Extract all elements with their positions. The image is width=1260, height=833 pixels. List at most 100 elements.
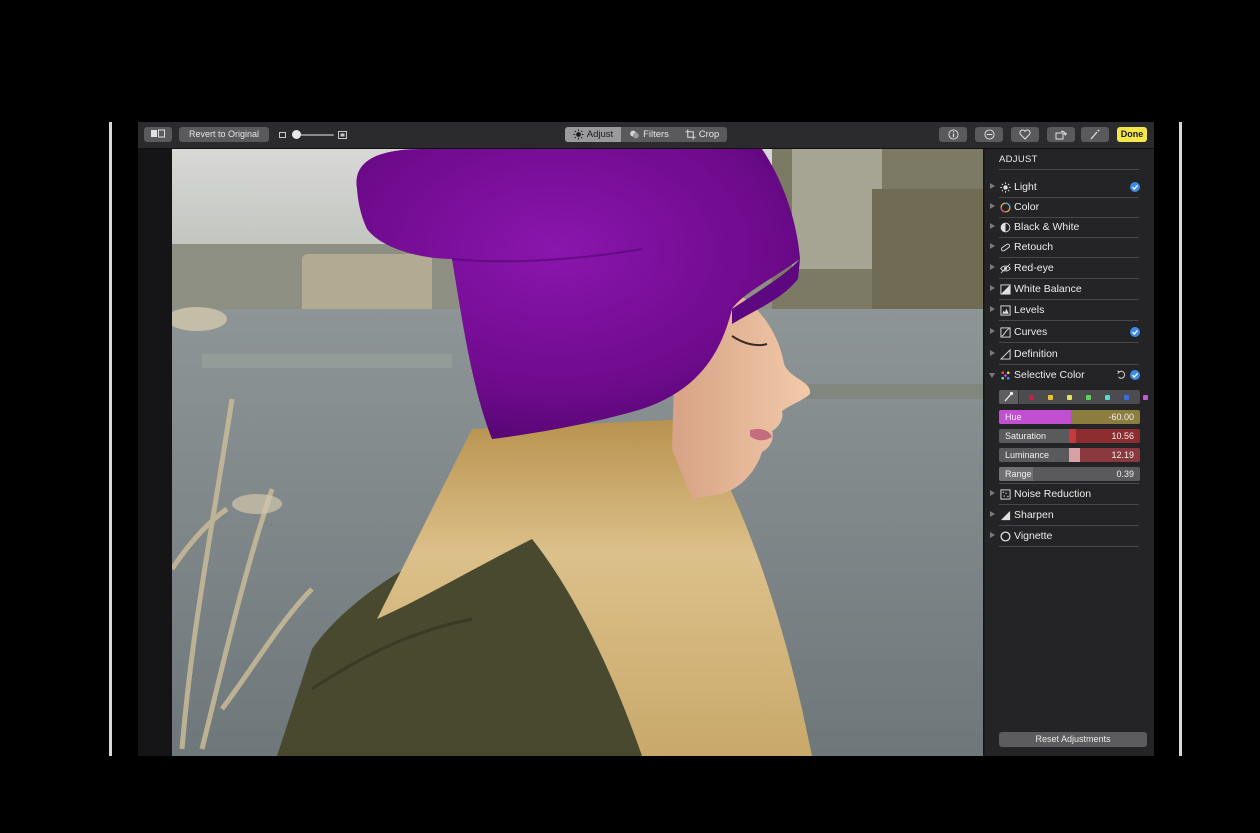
disclosure-triangle-icon[interactable] — [990, 243, 995, 249]
color-swatch[interactable] — [1143, 395, 1148, 400]
photo-image — [172, 149, 983, 756]
photos-edit-window: Revert to Original Adjust Filters Crop D… — [138, 122, 1154, 756]
row-divider — [999, 342, 1139, 343]
color-circle-icon — [1000, 202, 1011, 213]
sidebar-item-label: Selective Color — [1014, 369, 1085, 381]
toolbar: Revert to Original Adjust Filters Crop D… — [138, 122, 1154, 149]
zoom-slider-thumb[interactable] — [292, 130, 302, 139]
range-slider[interactable]: Range 0.39 — [999, 467, 1140, 481]
photo-canvas — [138, 149, 984, 756]
tab-crop[interactable]: Crop — [677, 127, 727, 142]
color-dots-icon — [1001, 371, 1010, 380]
sidebar-item-color[interactable]: Color — [985, 197, 1154, 218]
tab-filters-label: Filters — [643, 129, 669, 140]
eyedropper-icon — [1004, 391, 1014, 402]
luminance-slider[interactable]: Luminance 12.19 — [999, 448, 1140, 462]
auto-enhance-button[interactable] — [1081, 127, 1109, 142]
remove-button[interactable] — [975, 127, 1003, 142]
row-divider — [999, 320, 1139, 321]
sidebar-item-white-balance[interactable]: White Balance — [985, 279, 1154, 300]
checkmark-icon[interactable] — [1130, 370, 1140, 380]
adjust-icon — [573, 129, 584, 140]
disclosure-triangle-icon[interactable] — [990, 532, 995, 538]
saturation-slider-label: Saturation — [1005, 431, 1047, 441]
crop-icon — [685, 129, 696, 140]
sidebar-item-retouch[interactable]: Retouch — [985, 237, 1154, 258]
sidebar-item-black-white[interactable]: Black & White — [985, 217, 1154, 238]
info-button[interactable] — [939, 127, 967, 142]
sidebar-item-red-eye[interactable]: Red-eye — [985, 258, 1154, 279]
disclosure-triangle-icon[interactable] — [990, 328, 995, 334]
edit-mode-tabs: Adjust Filters Crop — [565, 127, 727, 142]
row-divider — [999, 546, 1139, 547]
disclosure-triangle-icon[interactable] — [990, 203, 995, 209]
saturation-slider-thumb[interactable] — [1069, 429, 1076, 443]
color-swatch-picker — [999, 390, 1148, 404]
half-circle-icon — [1000, 222, 1011, 233]
disclosure-triangle-icon[interactable] — [990, 183, 995, 189]
luminance-slider-value: 12.19 — [1111, 450, 1134, 460]
sidebar-item-label: Sharpen — [1014, 509, 1054, 521]
saturation-slider-value: 10.56 — [1111, 431, 1134, 441]
color-swatch[interactable] — [1048, 395, 1053, 400]
sidebar-item-label: Color — [1014, 201, 1040, 213]
checkmark-icon[interactable] — [1130, 327, 1140, 337]
sidebar-item-levels[interactable]: Levels — [985, 300, 1154, 321]
hue-slider-value: -60.00 — [1108, 412, 1134, 422]
disclosure-triangle-icon[interactable] — [990, 223, 995, 229]
undo-icon[interactable] — [1116, 370, 1126, 380]
eyedropper-button[interactable] — [999, 390, 1019, 404]
disclosure-triangle-icon[interactable] — [990, 306, 995, 312]
magic-wand-icon — [1090, 129, 1100, 140]
histogram-icon — [1000, 305, 1011, 316]
hue-slider-label: Hue — [1005, 412, 1022, 422]
sidebar-item-selective-color[interactable]: Selective Color — [985, 365, 1154, 385]
sidebar-title: ADJUST — [999, 154, 1038, 165]
heart-icon — [1019, 129, 1031, 140]
tab-filters[interactable]: Filters — [621, 127, 677, 142]
sidebar-item-light[interactable]: Light — [985, 177, 1154, 198]
sun-icon — [1000, 182, 1011, 193]
white-balance-icon — [1000, 284, 1011, 295]
done-button[interactable]: Done — [1117, 127, 1147, 142]
favorite-button[interactable] — [1011, 127, 1039, 142]
sidebar-item-curves[interactable]: Curves — [985, 322, 1154, 343]
sidebar-item-label: Levels — [1014, 304, 1045, 316]
revert-to-original-button[interactable]: Revert to Original — [179, 127, 269, 142]
bandage-icon — [1000, 243, 1011, 252]
disclosure-triangle-icon[interactable] — [990, 350, 995, 356]
edited-photo[interactable] — [172, 149, 983, 756]
sidebar-item-vignette[interactable]: Vignette — [985, 526, 1154, 547]
tab-crop-label: Crop — [698, 129, 720, 140]
zoom-in-icon — [338, 131, 347, 139]
color-swatch[interactable] — [1086, 395, 1091, 400]
sidebar-item-sharpen[interactable]: Sharpen — [985, 505, 1154, 526]
sidebar-divider — [999, 169, 1139, 170]
disclosure-triangle-icon[interactable] — [990, 490, 995, 496]
rotate-button[interactable] — [1047, 127, 1075, 142]
disclosure-triangle-icon[interactable] — [990, 285, 995, 291]
checkmark-icon[interactable] — [1130, 182, 1140, 192]
disclosure-triangle-open-icon[interactable] — [989, 373, 995, 378]
zoom-out-icon — [279, 132, 286, 138]
sidebar-item-noise-reduction[interactable]: Noise Reduction — [985, 484, 1154, 505]
compare-toggle-button[interactable] — [144, 127, 172, 142]
color-swatch[interactable] — [1105, 395, 1110, 400]
saturation-slider[interactable]: Saturation 10.56 — [999, 429, 1140, 443]
sharpen-triangle-icon — [1000, 510, 1011, 521]
color-swatch[interactable] — [1029, 395, 1034, 400]
info-icon — [947, 129, 959, 140]
hue-slider[interactable]: Hue -60.00 — [999, 410, 1140, 424]
tab-adjust[interactable]: Adjust — [565, 127, 621, 142]
disclosure-triangle-icon[interactable] — [990, 264, 995, 270]
color-swatch[interactable] — [1067, 395, 1072, 400]
color-swatch[interactable] — [1124, 395, 1129, 400]
disclosure-triangle-icon[interactable] — [990, 511, 995, 517]
sidebar-item-definition[interactable]: Definition — [985, 344, 1154, 365]
minus-circle-icon — [983, 129, 995, 140]
sidebar-item-label: Curves — [1014, 326, 1048, 338]
adjust-sidebar: ADJUST Light Color Black & White Retouch… — [985, 149, 1154, 756]
reset-adjustments-button[interactable]: Reset Adjustments — [999, 732, 1147, 747]
vignette-icon — [1000, 531, 1011, 542]
luminance-slider-thumb[interactable] — [1069, 448, 1080, 462]
